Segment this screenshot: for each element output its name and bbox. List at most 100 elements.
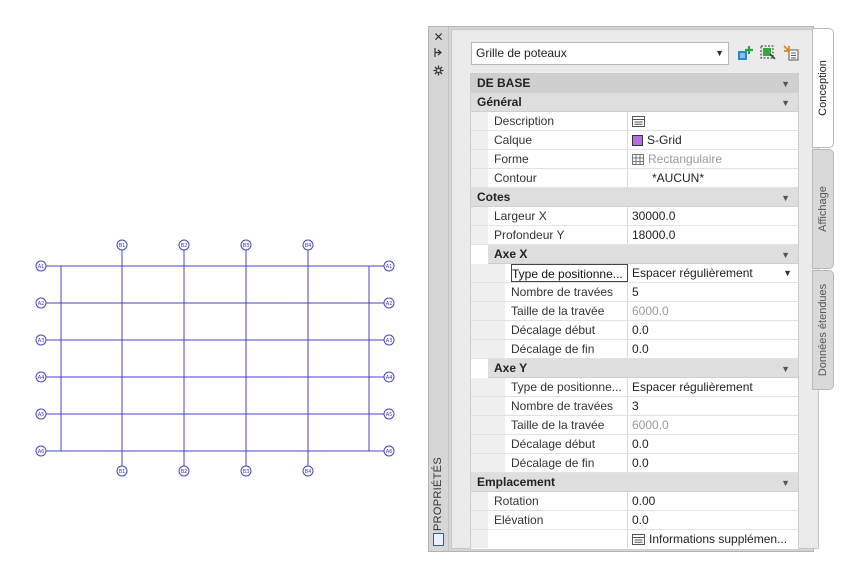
prop-axe-y-fin[interactable]: Décalage de fin 0.0 [471,454,798,473]
autohide-icon[interactable] [432,47,445,60]
select-objects-icon[interactable] [760,45,776,61]
prop-value[interactable]: 5 [632,283,796,301]
grid-bubble-label: A1 [38,264,45,270]
prop-value[interactable]: S-Grid [632,131,796,149]
grid-bubble-right[interactable]: A5 [383,408,395,420]
tab-conception-label: Conception [817,60,829,116]
grid-bubble-right[interactable]: A2 [383,297,395,309]
grid-bubble-left[interactable]: A2 [35,297,47,309]
grid-bubble-left[interactable]: A1 [35,260,47,272]
prop-value[interactable]: 18000.0 [632,226,796,244]
prop-contour[interactable]: Contour *AUCUN* [471,169,798,188]
grid-bubble-left[interactable]: A5 [35,408,47,420]
section-base-label: DE BASE [477,76,531,90]
layout-type-select[interactable]: Espacer régulièrement ▼ [632,264,796,282]
grid-bubble-right[interactable]: A3 [383,334,395,346]
prop-value[interactable]: 0.0 [632,340,796,358]
chevron-down-icon: ▼ [781,364,790,374]
prop-value[interactable]: Espacer régulièrement [632,378,796,396]
prop-axe-x-nb[interactable]: Nombre de travées 5 [471,283,798,302]
section-axe-x[interactable]: Axe X ▼ [488,245,798,264]
prop-value[interactable]: 30000.0 [632,207,796,225]
prop-info[interactable]: Informations supplémen... [471,530,798,549]
info-sheet-icon [632,534,645,545]
prop-axe-x-taille[interactable]: Taille de la travée 6000.0 [471,302,798,321]
grid-bubble-bottom[interactable]: B2 [178,465,190,477]
prop-label: Décalage de fin [511,454,628,472]
prop-value[interactable]: 6000.0 [632,302,796,320]
grid-bubble-top[interactable]: B1 [116,239,128,251]
description-icon[interactable] [632,116,645,127]
grid-bubble-label: A1 [386,264,393,270]
grid-bubble-top[interactable]: B2 [178,239,190,251]
prop-label: Décalage début [511,435,628,453]
properties-palette: ✕ PROPRIÉTÉS Grille de poteaux ▼ DE BASE… [428,26,819,552]
prop-description[interactable]: Description [471,112,798,131]
prop-axe-x-fin[interactable]: Décalage de fin 0.0 [471,340,798,359]
grid-bubble-label: A6 [38,449,45,455]
grid-bubble-right[interactable]: A1 [383,260,395,272]
object-style-select[interactable]: Grille de poteaux ▼ [471,42,729,65]
chevron-down-icon: ▼ [715,48,724,58]
grid-bubble-left[interactable]: A3 [35,334,47,346]
prop-rotation[interactable]: Rotation 0.00 [471,492,798,511]
add-object-icon[interactable] [737,45,753,61]
close-icon[interactable]: ✕ [432,31,445,44]
grid-bubble-left[interactable]: A6 [35,445,47,457]
prop-value[interactable]: 6000.0 [632,416,796,434]
section-general[interactable]: Général ▼ [471,93,798,112]
prop-profondeur[interactable]: Profondeur Y 18000.0 [471,226,798,245]
grid-bubble-right[interactable]: A6 [383,445,395,457]
grid-bubble-top[interactable]: B4 [302,239,314,251]
palette-content: Grille de poteaux ▼ DE BASE ▼ Général ▼ [451,29,819,550]
grid-bubble-bottom[interactable]: B4 [302,465,314,477]
prop-label: Taille de la travée [511,302,628,320]
tab-donnees-etendues[interactable]: Données étendues [812,270,834,390]
prop-value[interactable]: 0.0 [632,511,796,529]
prop-elevation[interactable]: Elévation 0.0 [471,511,798,530]
prop-axe-x-type[interactable]: Type de positionne... Espacer régulièrem… [471,264,798,283]
prop-calque[interactable]: Calque S-Grid [471,131,798,150]
prop-label: Largeur X [494,207,628,225]
grid-bubble-top[interactable]: B3 [240,239,252,251]
prop-value[interactable]: Rectangulaire [632,150,796,168]
section-cotes[interactable]: Cotes ▼ [471,188,798,207]
section-base[interactable]: DE BASE ▼ [471,74,798,93]
additional-info-button[interactable]: Informations supplémen... [632,530,796,548]
drawing-canvas[interactable]: B1 B1 B2 B2 B3 B3 B4 B4 A1 A1 A2 A2 A3 A3 A4 A4 A5 A5 A6 A6 [0,0,420,569]
grid-bubble-bottom[interactable]: B3 [240,465,252,477]
quick-select-icon[interactable] [783,45,799,61]
prop-label: Calque [494,131,628,149]
palette-menu-icon[interactable] [433,533,444,546]
section-emplacement[interactable]: Emplacement ▼ [471,473,798,492]
section-general-label: Général [477,95,522,109]
grid-bubble-left[interactable]: A4 [35,371,47,383]
prop-value[interactable]: 0.0 [632,435,796,453]
layout-type-value: Espacer régulièrement [632,266,753,280]
grid-bubble-label: B4 [305,469,312,475]
prop-value[interactable]: 3 [632,397,796,415]
settings-icon[interactable] [432,65,445,78]
prop-largeur[interactable]: Largeur X 30000.0 [471,207,798,226]
grid-bubble-right[interactable]: A4 [383,371,395,383]
grid-bubbles: B1 B1 B2 B2 B3 B3 B4 B4 A1 A1 A2 A2 A3 A3 A4 A4 A5 A5 A6 A6 [35,239,395,477]
layer-color-icon [632,135,643,146]
prop-value[interactable]: 0.0 [632,454,796,472]
prop-value[interactable]: *AUCUN* [632,169,796,187]
palette-titlebar[interactable]: ✕ PROPRIÉTÉS [429,27,449,551]
prop-value[interactable] [632,112,796,130]
prop-axe-y-debut[interactable]: Décalage début 0.0 [471,435,798,454]
prop-axe-y-nb[interactable]: Nombre de travées 3 [471,397,798,416]
prop-value[interactable]: 0.0 [632,321,796,339]
column-grid[interactable] [46,250,384,467]
prop-forme[interactable]: Forme Rectangulaire [471,150,798,169]
section-axe-y[interactable]: Axe Y ▼ [488,359,798,378]
tab-affichage-label: Affichage [817,186,829,232]
tab-affichage[interactable]: Affichage [812,149,834,269]
grid-bubble-bottom[interactable]: B1 [116,465,128,477]
tab-conception[interactable]: Conception [812,28,834,148]
prop-axe-y-taille[interactable]: Taille de la travée 6000.0 [471,416,798,435]
prop-value[interactable]: 0.00 [632,492,796,510]
prop-axe-x-debut[interactable]: Décalage début 0.0 [471,321,798,340]
prop-axe-y-type[interactable]: Type de positionne... Espacer régulièrem… [471,378,798,397]
